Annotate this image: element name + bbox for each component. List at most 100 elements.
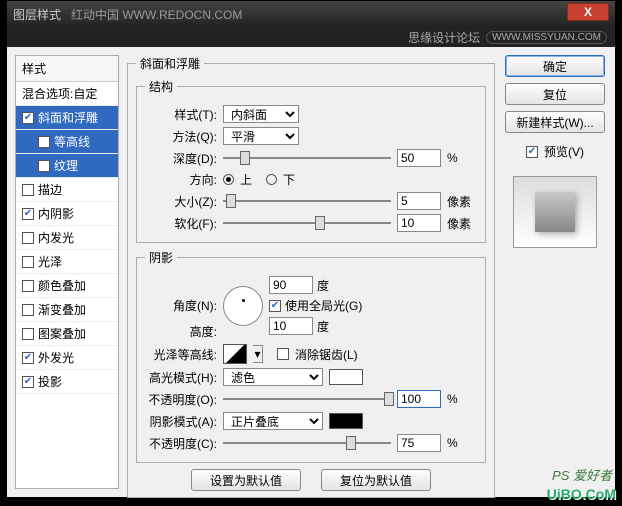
structure-fieldset: 结构 样式(T): 内斜面 方法(Q): 平滑 深度(D): %	[136, 78, 486, 243]
shadow-color-swatch[interactable]	[329, 413, 363, 429]
structure-legend: 结构	[145, 78, 177, 95]
style-item-label: 颜色叠加	[38, 277, 86, 294]
style-item-2[interactable]: 纹理	[16, 154, 118, 178]
style-checkbox[interactable]	[22, 328, 34, 340]
style-checkbox[interactable]	[22, 256, 34, 268]
blend-options-item[interactable]: 混合选项:自定	[16, 82, 118, 106]
direction-up-radio[interactable]	[223, 174, 234, 185]
style-checkbox[interactable]: ✔	[22, 208, 34, 220]
bevel-legend: 斜面和浮雕	[136, 55, 204, 72]
style-item-label: 斜面和浮雕	[38, 109, 98, 126]
shadow-opacity-label: 不透明度(C):	[145, 435, 217, 452]
preview-thumbnail	[513, 176, 597, 248]
style-item-label: 渐变叠加	[38, 301, 86, 318]
style-item-label: 外发光	[38, 349, 74, 366]
site-text: 红动中国 WWW.REDOCN.COM	[71, 6, 242, 23]
styles-header: 样式	[16, 56, 118, 82]
angle-wheel[interactable]	[223, 286, 263, 326]
style-checkbox[interactable]	[22, 280, 34, 292]
styles-list: 样式 混合选项:自定 ✔ 斜面和浮雕等高线纹理描边 ✔ 内阴影内发光光泽颜色叠加渐变叠…	[15, 55, 119, 489]
style-checkbox[interactable]: ✔	[22, 376, 34, 388]
style-item-5[interactable]: 内发光	[16, 226, 118, 250]
style-item-label: 等高线	[54, 133, 90, 150]
style-item-11[interactable]: ✔ 投影	[16, 370, 118, 394]
size-label: 大小(Z):	[145, 193, 217, 210]
reset-default-button[interactable]: 复位为默认值	[321, 469, 431, 491]
size-input[interactable]	[397, 192, 441, 210]
watermark-text: PS 爱好者	[552, 465, 612, 484]
new-style-button[interactable]: 新建样式(W)...	[505, 111, 605, 133]
antialias-checkbox[interactable]	[277, 348, 289, 360]
direction-label: 方向:	[145, 171, 217, 188]
style-item-4[interactable]: ✔ 内阴影	[16, 202, 118, 226]
header-secondary: 思缘设计论坛 WWW.MISSYUAN.COM	[7, 27, 615, 47]
angle-input[interactable]	[269, 276, 313, 294]
highlight-color-swatch[interactable]	[329, 369, 363, 385]
style-checkbox[interactable]	[22, 232, 34, 244]
style-item-7[interactable]: 颜色叠加	[16, 274, 118, 298]
shadow-mode-label: 阴影模式(A):	[145, 413, 217, 430]
style-item-10[interactable]: ✔ 外发光	[16, 346, 118, 370]
style-item-label: 光泽	[38, 253, 62, 270]
style-select[interactable]: 内斜面	[223, 105, 299, 123]
style-checkbox[interactable]: ✔	[22, 352, 34, 364]
global-light-checkbox[interactable]: ✔	[269, 300, 281, 312]
shadow-mode-select[interactable]: 正片叠底	[223, 412, 323, 430]
ok-button[interactable]: 确定	[505, 55, 605, 77]
highlight-opacity-slider[interactable]	[223, 391, 391, 407]
technique-label: 方法(Q):	[145, 128, 217, 145]
style-item-6[interactable]: 光泽	[16, 250, 118, 274]
altitude-input[interactable]	[269, 317, 313, 335]
style-checkbox[interactable]	[38, 160, 50, 172]
depth-input[interactable]	[397, 149, 441, 167]
make-default-button[interactable]: 设置为默认值	[191, 469, 301, 491]
soften-input[interactable]	[397, 214, 441, 232]
style-item-8[interactable]: 渐变叠加	[16, 298, 118, 322]
highlight-mode-select[interactable]: 滤色	[223, 368, 323, 386]
soften-slider[interactable]	[223, 215, 391, 231]
cancel-button[interactable]: 复位	[505, 83, 605, 105]
size-slider[interactable]	[223, 193, 391, 209]
style-item-label: 纹理	[54, 157, 78, 174]
watermark-url: UiBO.CoM	[547, 486, 616, 502]
direction-down-radio[interactable]	[266, 174, 277, 185]
shading-fieldset: 阴影 角度(N): 度 ✔ 使用全局光(G)	[136, 249, 486, 463]
style-checkbox[interactable]	[38, 136, 50, 148]
forum-url: WWW.MISSYUAN.COM	[486, 31, 607, 44]
soften-label: 软化(F):	[145, 215, 217, 232]
titlebar[interactable]: 图层样式 红动中国 WWW.REDOCN.COM X	[7, 1, 615, 27]
gloss-contour-picker[interactable]	[223, 344, 247, 364]
style-item-3[interactable]: 描边	[16, 178, 118, 202]
highlight-mode-label: 高光模式(H):	[145, 369, 217, 386]
style-item-label: 内阴影	[38, 205, 74, 222]
options-panel: 斜面和浮雕 结构 样式(T): 内斜面 方法(Q): 平滑 深度(D):	[127, 55, 495, 489]
style-item-label: 内发光	[38, 229, 74, 246]
style-checkbox[interactable]: ✔	[22, 112, 34, 124]
style-item-9[interactable]: 图案叠加	[16, 322, 118, 346]
shading-legend: 阴影	[145, 249, 177, 266]
style-checkbox[interactable]	[22, 304, 34, 316]
style-item-1[interactable]: 等高线	[16, 130, 118, 154]
close-button[interactable]: X	[567, 3, 609, 21]
preview-checkbox[interactable]: ✔	[526, 146, 538, 158]
gloss-dropdown-icon[interactable]: ▾	[253, 345, 263, 363]
forum-text: 思缘设计论坛	[408, 29, 480, 46]
depth-slider[interactable]	[223, 150, 391, 166]
style-label: 样式(T):	[145, 106, 217, 123]
altitude-label: 高度:	[145, 323, 217, 340]
bevel-fieldset: 斜面和浮雕 结构 样式(T): 内斜面 方法(Q): 平滑 深度(D):	[127, 55, 495, 498]
highlight-opacity-input[interactable]	[397, 390, 441, 408]
shadow-opacity-slider[interactable]	[223, 435, 391, 451]
dialog-title: 图层样式	[13, 6, 61, 23]
style-item-0[interactable]: ✔ 斜面和浮雕	[16, 106, 118, 130]
style-checkbox[interactable]	[22, 184, 34, 196]
angle-label: 角度(N):	[145, 297, 217, 314]
style-item-label: 投影	[38, 373, 62, 390]
style-item-label: 图案叠加	[38, 325, 86, 342]
style-item-label: 描边	[38, 181, 62, 198]
layer-style-dialog: 图层样式 红动中国 WWW.REDOCN.COM X 思缘设计论坛 WWW.MI…	[6, 0, 616, 498]
gloss-label: 光泽等高线:	[145, 346, 217, 363]
highlight-opacity-label: 不透明度(O):	[145, 391, 217, 408]
technique-select[interactable]: 平滑	[223, 127, 299, 145]
shadow-opacity-input[interactable]	[397, 434, 441, 452]
